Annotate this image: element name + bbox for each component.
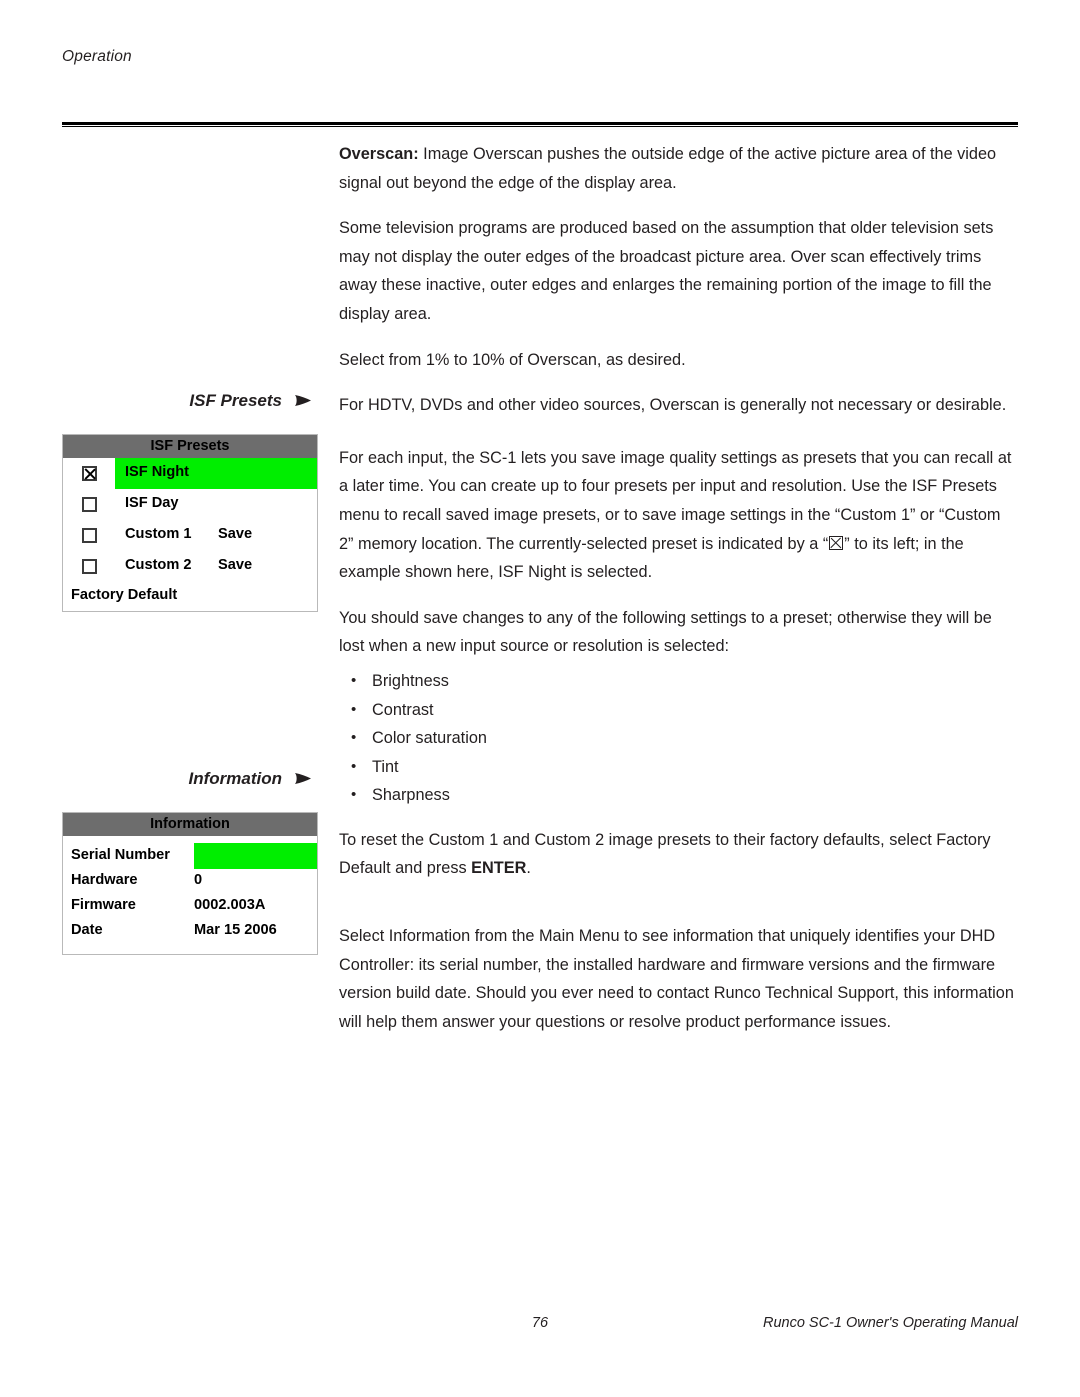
- factory-reset-text-part2: .: [526, 859, 531, 878]
- osd-row-isf-day[interactable]: ISF Day: [63, 489, 317, 520]
- list-item: Color saturation: [339, 724, 1019, 753]
- osd-row-value: 0002.003A: [194, 897, 266, 913]
- arrow-right-icon: [294, 770, 312, 790]
- osd-row-label: Factory Default: [71, 587, 178, 603]
- osd-isf-presets-rows: ISF Night ISF Day Custom 1 Save Custom 2…: [63, 458, 317, 612]
- save-changes-text: You should save changes to any of the fo…: [339, 608, 992, 656]
- osd-isf-presets-menu[interactable]: ISF Presets ISF Night ISF Day Custom 1 S…: [62, 434, 318, 612]
- osd-row-label: Custom 1: [125, 526, 192, 542]
- osd-row-key: Date: [71, 922, 103, 938]
- arrow-right-icon: [294, 392, 312, 412]
- list-item: Contrast: [339, 696, 1019, 725]
- osd-row-date: Date Mar 15 2006: [63, 919, 317, 944]
- osd-row-key: Firmware: [71, 897, 136, 913]
- osd-information-menu[interactable]: Information Serial Number Hardware 0 Fir…: [62, 812, 318, 955]
- checkbox-icon[interactable]: [82, 528, 97, 543]
- overscan-term: Overscan:: [339, 145, 419, 163]
- list-item: Tint: [339, 753, 1019, 782]
- osd-row-value: Mar 15 2006: [194, 922, 277, 938]
- osd-row-key: Serial Number: [71, 847, 170, 863]
- enter-key-label: ENTER: [471, 859, 527, 878]
- paragraph-information: Select Information from the Main Menu to…: [339, 922, 1019, 1036]
- paragraph-save-changes: You should save changes to any of the fo…: [339, 604, 1019, 661]
- osd-information-rows: Serial Number Hardware 0 Firmware 0002.0…: [63, 836, 317, 944]
- header-rule-thick: [62, 122, 1018, 125]
- settings-bullet-list: Brightness Contrast Color saturation Tin…: [339, 667, 1019, 810]
- header-rule: [62, 122, 1018, 127]
- serial-number-highlight: [194, 843, 317, 869]
- paragraph-isf-presets: For each input, the SC-1 lets you save i…: [339, 444, 1019, 587]
- checkbox-icon[interactable]: [82, 497, 97, 512]
- osd-row-serial-number: Serial Number: [63, 843, 317, 869]
- osd-isf-presets-title: ISF Presets: [63, 435, 317, 458]
- osd-row-value: 0: [194, 872, 203, 888]
- footer-manual-title: Runco SC-1 Owner's Operating Manual: [762, 1315, 1018, 1331]
- paragraph-hdtv: For HDTV, DVDs and other video sources, …: [339, 396, 1007, 415]
- information-text: Select Information from the Main Menu to…: [339, 927, 1014, 1031]
- factory-reset-text-part1: To reset the Custom 1 and Custom 2 image…: [339, 830, 991, 878]
- paragraph-select-range: Select from 1% to 10% of Overscan, as de…: [339, 350, 686, 369]
- osd-row-custom-1[interactable]: Custom 1 Save: [63, 520, 317, 551]
- checked-box-icon: [829, 535, 844, 550]
- osd-row-label: ISF Night: [125, 464, 190, 480]
- checkbox-icon[interactable]: [82, 559, 97, 574]
- osd-row-firmware: Firmware 0002.003A: [63, 894, 317, 919]
- osd-row-label: Custom 2: [125, 557, 192, 573]
- side-heading-isf-presets: ISF Presets: [62, 391, 312, 411]
- paragraph-television: Some television programs are produced ba…: [339, 219, 994, 323]
- paragraph-overscan: Overscan: Image Overscan pushes the outs…: [339, 140, 1019, 197]
- running-header: Operation: [62, 48, 132, 65]
- osd-row-label: ISF Day: [125, 495, 179, 511]
- checkbox-checked-icon[interactable]: [82, 466, 97, 481]
- save-button[interactable]: Save: [218, 526, 252, 542]
- overscan-description: Image Overscan pushes the outside edge o…: [339, 145, 997, 192]
- osd-row-custom-2[interactable]: Custom 2 Save: [63, 551, 317, 582]
- osd-row-key: Hardware: [71, 872, 138, 888]
- side-heading-information-label: Information: [188, 769, 283, 788]
- osd-information-title: Information: [63, 813, 317, 836]
- main-text-column: Overscan: Image Overscan pushes the outs…: [339, 140, 1019, 1053]
- list-item: Sharpness: [339, 781, 1019, 810]
- save-button[interactable]: Save: [218, 557, 252, 573]
- osd-row-isf-night[interactable]: ISF Night: [63, 458, 317, 489]
- osd-row-hardware: Hardware 0: [63, 869, 317, 894]
- header-rule-thin: [62, 126, 1018, 127]
- side-heading-isf-presets-label: ISF Presets: [189, 391, 282, 410]
- list-item: Brightness: [339, 667, 1019, 696]
- paragraph-factory-reset: To reset the Custom 1 and Custom 2 image…: [339, 826, 1019, 883]
- osd-row-factory-default[interactable]: Factory Default: [63, 582, 317, 612]
- side-heading-information: Information: [62, 769, 312, 789]
